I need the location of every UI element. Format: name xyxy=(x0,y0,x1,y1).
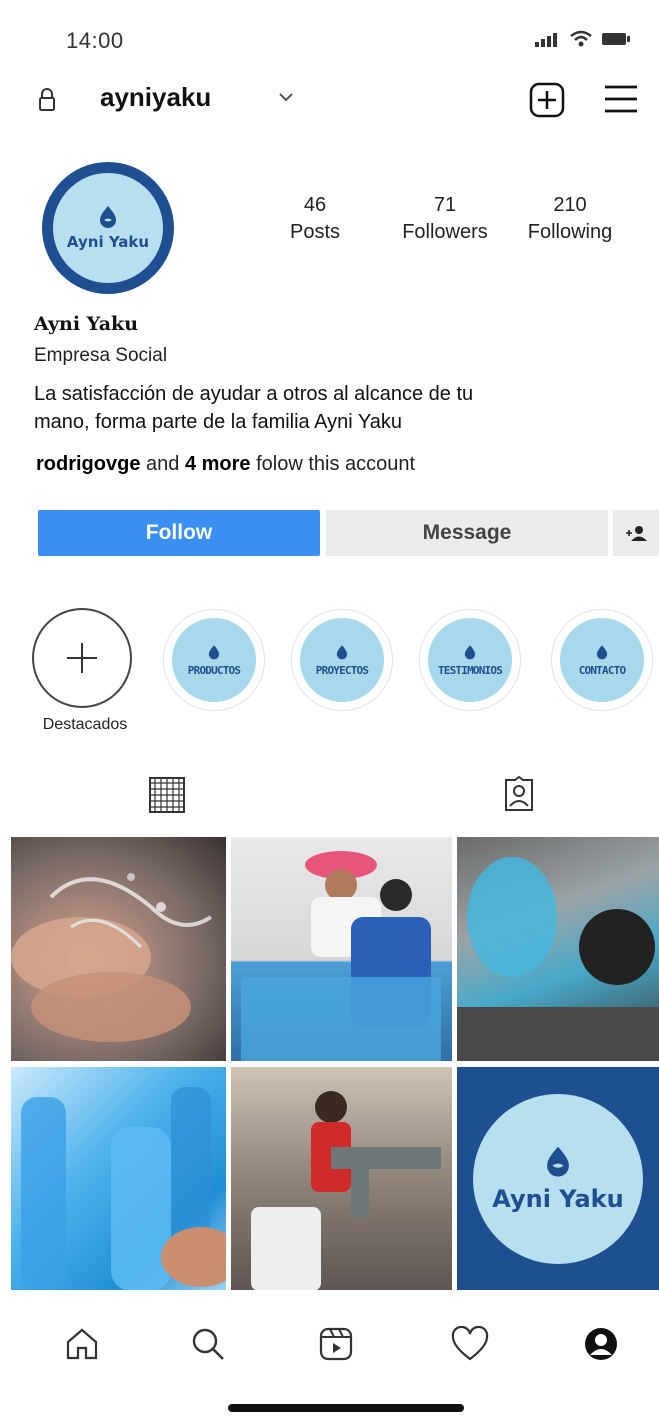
battery-icon xyxy=(602,33,630,45)
followed-by-suffix: folow this account xyxy=(250,453,416,475)
avatar-text: Ayni Yaku xyxy=(66,233,150,251)
followed-by-more[interactable]: 4 more xyxy=(185,453,251,475)
logo-circle: Ayni Yaku xyxy=(473,1094,643,1264)
post-tile-handwashing[interactable] xyxy=(231,837,452,1061)
stat-followers-label: Followers xyxy=(402,221,488,243)
new-highlight-button[interactable] xyxy=(32,608,132,708)
water-drop-icon xyxy=(596,644,608,659)
post-tile-bottles[interactable] xyxy=(11,1067,226,1291)
bio-line: La satisfacción de ayudar a otros al alc… xyxy=(34,383,474,405)
stat-followers[interactable]: 71 Followers xyxy=(380,192,510,246)
highlight-contacto[interactable]: CONTACTO xyxy=(552,610,652,710)
grid-icon[interactable] xyxy=(148,776,186,814)
home-indicator xyxy=(228,1404,464,1412)
children-tap-image xyxy=(251,1091,441,1291)
water-drop-icon xyxy=(547,1146,569,1177)
chevron-down-icon[interactable] xyxy=(276,90,296,104)
reels-icon[interactable] xyxy=(318,1326,354,1362)
highlight-proyectos[interactable]: PROYECTOS xyxy=(292,610,392,710)
handwashing-image xyxy=(241,851,441,1061)
post-tile-children-tap[interactable] xyxy=(231,1067,452,1291)
wifi-icon xyxy=(570,30,592,47)
stat-following[interactable]: 210 Following xyxy=(510,192,630,246)
post-tile-logo[interactable]: Ayni Yaku xyxy=(457,1067,659,1291)
highlight-label: CONTACTO xyxy=(578,663,626,677)
bottom-nav xyxy=(0,1290,659,1390)
hands-water-image xyxy=(11,873,213,1042)
profile-icon[interactable] xyxy=(583,1326,619,1362)
display-name: Ayni Yaku xyxy=(34,313,139,335)
stat-following-value: 210 xyxy=(553,194,587,216)
status-time: 14:00 xyxy=(66,28,124,53)
highlight-label: PRODUCTOS xyxy=(187,663,241,677)
suggest-users-button[interactable] xyxy=(613,510,659,556)
avatar-logo: Ayni Yaku xyxy=(53,173,163,283)
stat-following-label: Following xyxy=(527,221,613,243)
highlight-label: PROYECTOS xyxy=(315,663,369,677)
avatar[interactable]: Ayni Yaku xyxy=(42,162,174,294)
profile-tabs xyxy=(0,760,659,830)
stat-followers-value: 71 xyxy=(433,194,457,216)
username[interactable]: ayniyaku xyxy=(100,82,211,113)
tagged-icon[interactable] xyxy=(503,776,535,812)
water-drop-icon xyxy=(336,644,348,659)
stat-posts-label: Posts xyxy=(289,221,341,243)
post-grid: Ayni Yaku xyxy=(11,837,659,1291)
water-drop-icon xyxy=(208,644,220,659)
lock-icon xyxy=(39,88,55,111)
follow-button[interactable]: Follow xyxy=(38,510,320,556)
highlight-cover: PROYECTOS xyxy=(300,618,384,702)
profile-category: Empresa Social xyxy=(34,345,168,366)
highlight-cover: CONTACTO xyxy=(560,618,644,702)
status-icons xyxy=(535,30,631,48)
followed-by-user[interactable]: rodrigovge xyxy=(36,453,140,475)
heart-icon[interactable] xyxy=(450,1326,490,1362)
status-bar: 14:00 xyxy=(0,0,659,80)
highlight-testimonios[interactable]: TESTIMONIOS xyxy=(420,610,520,710)
add-user-icon xyxy=(626,526,647,541)
message-button[interactable]: Message xyxy=(326,510,608,556)
plus-icon xyxy=(67,643,97,673)
water-drop-icon xyxy=(100,206,116,228)
home-icon[interactable] xyxy=(64,1326,100,1362)
followed-by[interactable]: rodrigovge and 4 more folow this account xyxy=(36,453,415,476)
highlight-cover: TESTIMONIOS xyxy=(428,618,512,702)
post-tile-hands-water[interactable] xyxy=(11,837,226,1061)
post-tile-water-splash[interactable] xyxy=(457,837,659,1061)
profile-bio: La satisfacción de ayudar a otros al alc… xyxy=(34,380,554,436)
profile-stats: 46 Posts 71 Followers 210 Following xyxy=(270,192,630,246)
bio-line: mano, forma parte de la familia Ayni Yak… xyxy=(34,411,402,433)
highlight-label: TESTIMONIOS xyxy=(437,663,503,677)
stat-posts[interactable]: 46 Posts xyxy=(270,192,360,246)
signal-icon xyxy=(535,33,557,47)
logo-text: Ayni Yaku xyxy=(492,1185,624,1213)
followed-by-and: and xyxy=(140,453,185,475)
new-highlight-label: Destacados xyxy=(42,716,128,733)
profile-header: ayniyaku xyxy=(0,78,659,122)
water-drop-icon xyxy=(464,644,476,659)
highlight-productos[interactable]: PRODUCTOS xyxy=(164,610,264,710)
bottles-image xyxy=(21,1087,226,1291)
water-splash-image xyxy=(457,857,659,1061)
highlight-cover: PRODUCTOS xyxy=(172,618,256,702)
search-icon[interactable] xyxy=(190,1326,226,1362)
add-post-icon[interactable] xyxy=(529,82,565,118)
menu-icon[interactable] xyxy=(603,84,639,114)
stat-posts-value: 46 xyxy=(303,194,327,216)
